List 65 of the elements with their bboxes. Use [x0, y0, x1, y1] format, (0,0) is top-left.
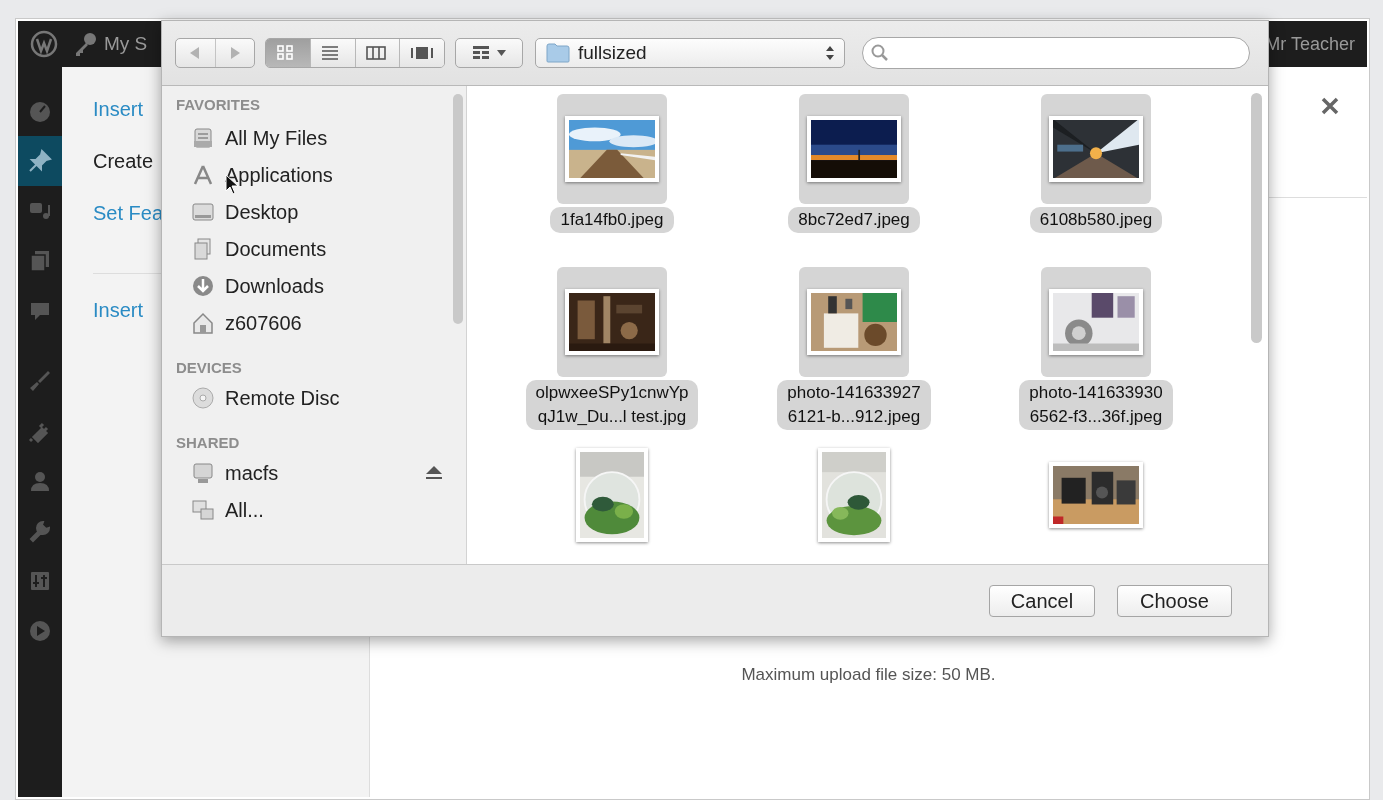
sidebar-item[interactable]: Desktop	[162, 193, 466, 230]
location-popup[interactable]: fullsized	[535, 38, 845, 68]
sidebar-heading: SHARED	[175, 433, 241, 453]
pin-icon[interactable]	[28, 149, 52, 173]
folder-name: fullsized	[578, 40, 648, 65]
brush-icon[interactable]	[28, 369, 52, 393]
coverflow-view-icon	[411, 45, 434, 61]
file-name: 8bc72ed7.jpeg	[788, 207, 920, 233]
sidebar-heading: DEVICES	[175, 358, 243, 378]
search-field[interactable]	[862, 37, 1250, 69]
columns-view-icon	[366, 45, 389, 61]
apps-icon	[192, 163, 214, 186]
folder-icon	[546, 43, 570, 63]
file-name: 6108b580.jpeg	[1029, 207, 1163, 233]
file-name: photo-141633930 6562-f3...36f.jpeg	[1019, 380, 1173, 430]
documents-icon	[192, 237, 214, 260]
sidebar-item[interactable]: macfs	[162, 454, 466, 491]
files-icon	[192, 126, 214, 149]
file-name: photo-141633927 6121-b...912.jpeg	[777, 380, 931, 430]
menu-heading: Create	[93, 149, 154, 174]
site-name[interactable]: My S	[104, 29, 148, 59]
play-icon[interactable]	[28, 619, 52, 643]
upload-size-note: Maximum upload file size: 50 MB.	[741, 664, 996, 686]
wrench-icon[interactable]	[28, 519, 52, 543]
downloads-icon	[192, 274, 214, 297]
sidebar-item[interactable]: Documents	[162, 230, 466, 267]
close-icon[interactable]	[1321, 97, 1339, 115]
sidebar-heading: FAVORITES	[175, 95, 261, 115]
view-mode-button[interactable]	[400, 39, 444, 67]
updown-arrows-icon	[826, 45, 834, 61]
sidebar-item[interactable]: z607606	[162, 304, 466, 341]
view-mode-button[interactable]	[355, 39, 401, 67]
disc-icon	[192, 386, 214, 409]
file-thumbnail[interactable]	[799, 94, 909, 204]
network-icon	[192, 498, 214, 521]
file-name: olpwxeeSPy1cnwYp qJ1w_Du...l test.jpg	[525, 380, 699, 430]
file-name: 1fa14fb0.jpeg	[550, 207, 674, 233]
sidebar-item[interactable]: Remote Disc	[162, 379, 466, 416]
file-thumbnail[interactable]	[799, 267, 909, 377]
scrollbar[interactable]	[453, 94, 463, 324]
arrange-button[interactable]	[455, 38, 523, 68]
file-thumbnail[interactable]	[1041, 267, 1151, 377]
search-icon	[871, 44, 889, 62]
desktop-icon	[192, 200, 214, 223]
settings-icon[interactable]	[28, 569, 52, 593]
file-thumbnail[interactable]	[557, 267, 667, 377]
home-icon	[192, 311, 214, 334]
wordpress-logo-icon[interactable]	[30, 30, 58, 58]
file-thumbnail[interactable]	[557, 94, 667, 204]
caret-icon	[496, 50, 506, 56]
sidebar-item[interactable]: All My Files	[162, 119, 466, 156]
scrollbar[interactable]	[1251, 93, 1262, 343]
sidebar-item[interactable]: Downloads	[162, 267, 466, 304]
choose-button[interactable]: Choose	[1117, 584, 1232, 617]
eject-icon[interactable]	[426, 466, 442, 479]
user-icon[interactable]	[28, 469, 52, 493]
sidebar-item[interactable]: All...	[162, 491, 466, 528]
file-thumbnail[interactable]	[1041, 94, 1151, 204]
pages-icon[interactable]	[28, 249, 52, 273]
cancel-button[interactable]: Cancel	[989, 584, 1095, 617]
sidebar-item[interactable]: Applications	[162, 156, 466, 193]
dashboard-icon[interactable]	[28, 99, 52, 123]
arrange-grid-icon	[472, 46, 489, 60]
server-icon	[192, 461, 214, 484]
view-mode-button[interactable]	[310, 39, 356, 67]
